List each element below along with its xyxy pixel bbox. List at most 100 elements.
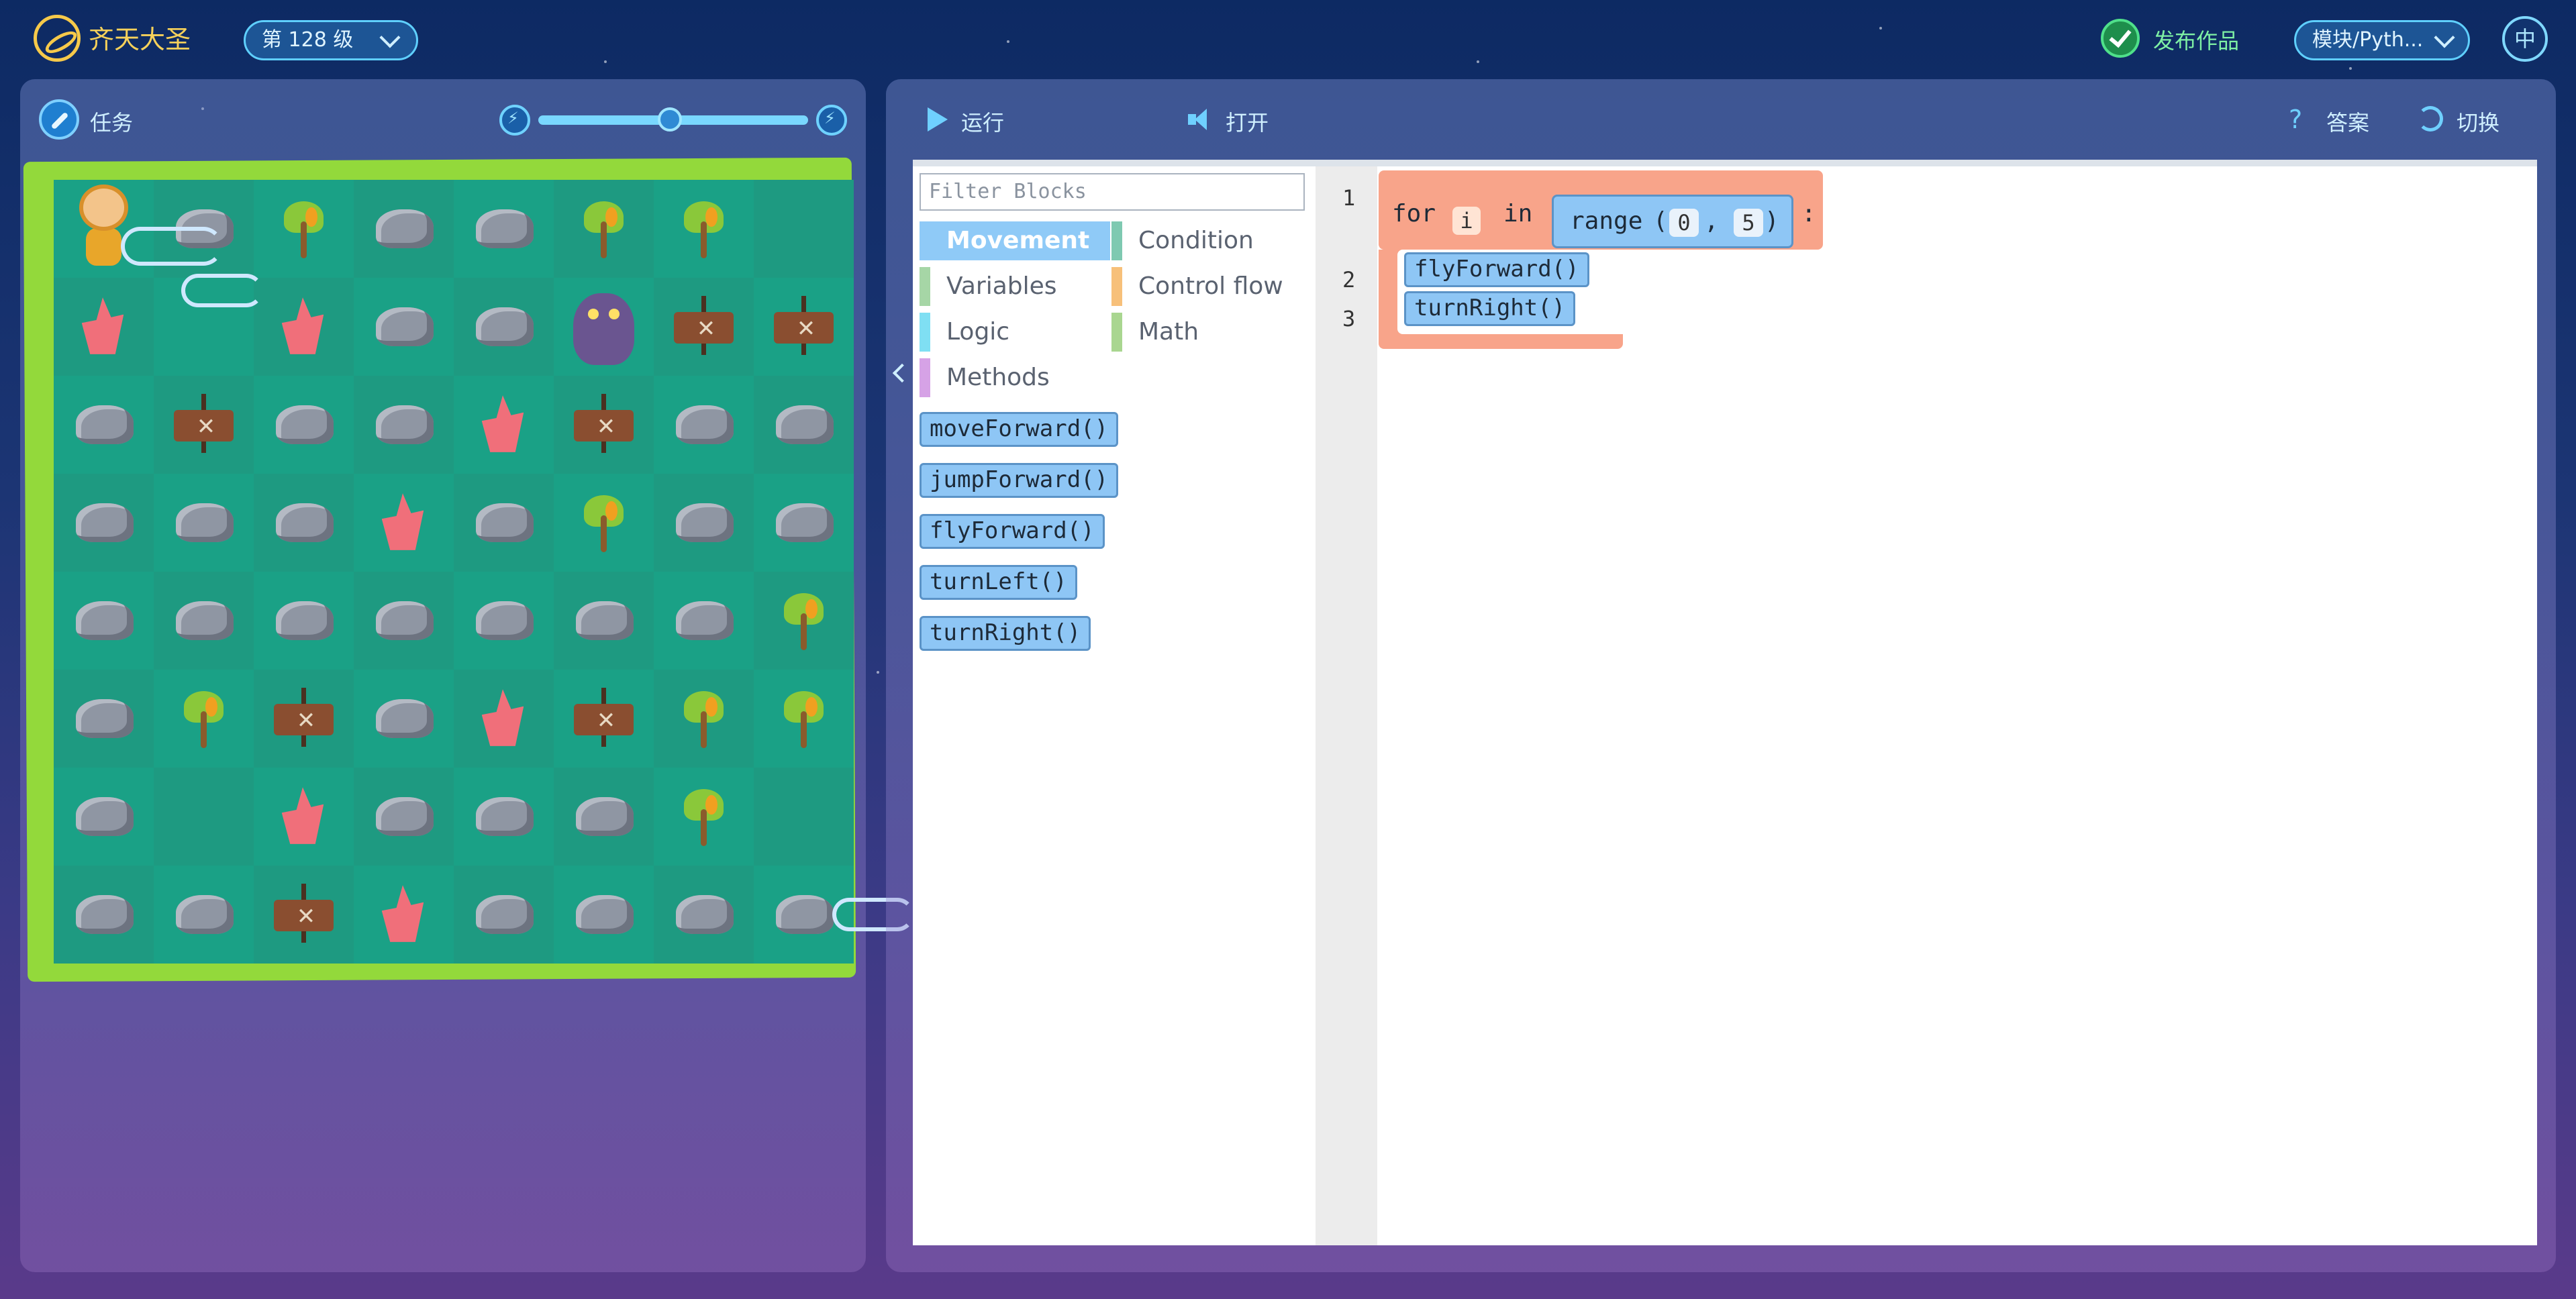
board-cell: [454, 866, 554, 964]
board-cell: [154, 474, 254, 572]
board-cell: [54, 670, 154, 768]
fly-forward-block[interactable]: flyForward(): [1404, 252, 1589, 287]
star-decoration: [877, 671, 879, 674]
game-board: [54, 180, 854, 964]
crystal-icon: [481, 395, 524, 452]
toolbox-block-turnleft[interactable]: turnLeft(): [920, 565, 1077, 600]
wrench-icon[interactable]: [39, 99, 79, 140]
line-number: 1: [1342, 185, 1356, 211]
board-cell: [354, 768, 454, 866]
board-cell: [254, 474, 354, 572]
check-circle-icon[interactable]: [2101, 19, 2140, 58]
rock-icon: [275, 503, 334, 543]
crystal-icon: [381, 493, 424, 550]
rock-icon: [475, 894, 534, 935]
level-selector[interactable]: 第 128 级: [244, 20, 418, 60]
speaker-icon[interactable]: [1188, 109, 1211, 130]
question-icon[interactable]: ?: [2289, 105, 2302, 134]
publish-button[interactable]: 发布作品: [2153, 24, 2239, 55]
category-control-flow[interactable]: Control flow: [1111, 267, 1293, 306]
signpost-icon: [273, 884, 334, 943]
board-cell: [254, 768, 354, 866]
signpost-icon: [773, 296, 834, 355]
slow-speed-icon[interactable]: [499, 105, 530, 136]
rock-icon: [475, 796, 534, 837]
board-cell: [354, 278, 454, 376]
turn-right-block[interactable]: turnRight(): [1404, 291, 1576, 326]
crystal-icon: [281, 787, 324, 844]
palm-tree-icon: [583, 201, 624, 258]
board-cell: [254, 278, 354, 376]
category-label: Logic: [946, 318, 1010, 346]
game-panel: 任务: [20, 79, 914, 1272]
board-cell: [654, 572, 754, 670]
board-cell: [54, 572, 154, 670]
code-workspace[interactable]: for i in range ( 0 , 5 ) : flyForward() …: [1379, 166, 2537, 1245]
switch-button[interactable]: 切换: [2457, 106, 2499, 137]
board-cell: [254, 670, 354, 768]
answer-button[interactable]: 答案: [2326, 106, 2369, 137]
language-button[interactable]: 中: [2502, 16, 2548, 62]
rock-icon: [675, 894, 734, 935]
category-variables[interactable]: Variables: [920, 267, 1101, 306]
rock-icon: [575, 796, 634, 837]
category-movement[interactable]: Movement: [920, 221, 1110, 260]
rock-icon: [775, 894, 834, 935]
board-cell: [254, 572, 354, 670]
task-button[interactable]: 任务: [90, 106, 133, 137]
open-button[interactable]: 打开: [1226, 106, 1269, 137]
category-label: Math: [1138, 318, 1199, 346]
board-cell: [354, 180, 454, 278]
toolbox-block-moveforward[interactable]: moveForward(): [920, 412, 1119, 447]
category-logic[interactable]: Logic: [920, 313, 1101, 352]
rock-icon: [375, 405, 434, 445]
board-cell: [454, 768, 554, 866]
range-start-value[interactable]: 0: [1669, 209, 1699, 237]
board-cell: [754, 376, 854, 474]
rock-icon: [675, 405, 734, 445]
rock-icon: [375, 698, 434, 739]
board-cell: [554, 572, 654, 670]
collapse-chevron-icon[interactable]: [892, 363, 912, 383]
rock-icon: [475, 209, 534, 249]
board-cell: [754, 768, 854, 866]
range-block[interactable]: range ( 0 , 5 ): [1552, 195, 1793, 248]
fast-speed-icon[interactable]: [816, 105, 847, 136]
board-cell: [654, 376, 754, 474]
board-cell: [554, 866, 654, 964]
refresh-icon[interactable]: [2418, 106, 2443, 132]
toolbox-block-jumpforward[interactable]: jumpForward(): [920, 463, 1119, 498]
range-function: range: [1570, 207, 1643, 235]
rock-icon: [75, 698, 134, 739]
signpost-icon: [273, 688, 334, 747]
palm-tree-icon: [683, 789, 724, 846]
board-cell: [454, 572, 554, 670]
range-end-value[interactable]: 5: [1734, 209, 1763, 237]
toolbox-block-flyforward[interactable]: flyForward(): [920, 514, 1105, 549]
board-cell: [154, 376, 254, 474]
board-cell: [754, 278, 854, 376]
play-icon[interactable]: [928, 107, 948, 132]
filter-blocks-input[interactable]: Filter Blocks: [920, 173, 1305, 211]
board-cell: [554, 180, 654, 278]
in-keyword: in: [1503, 200, 1533, 227]
run-button[interactable]: 运行: [961, 106, 1004, 137]
signpost-icon: [573, 394, 634, 453]
palm-tree-icon: [183, 691, 224, 748]
category-methods[interactable]: Methods: [920, 358, 1101, 397]
rock-icon: [675, 503, 734, 543]
board-cell: [454, 670, 554, 768]
speed-slider-thumb[interactable]: [658, 107, 682, 132]
board-cell: [654, 278, 754, 376]
signpost-icon: [573, 688, 634, 747]
board-cell: [54, 376, 154, 474]
category-condition[interactable]: Condition: [1111, 221, 1293, 260]
category-math[interactable]: Math: [1111, 313, 1293, 352]
board-cell: [254, 866, 354, 964]
toolbox-block-turnright[interactable]: turnRight(): [920, 616, 1091, 651]
for-loop-block[interactable]: for i in range ( 0 , 5 ) :: [1379, 170, 1823, 250]
loop-variable[interactable]: i: [1452, 207, 1481, 235]
board-cell: [254, 376, 354, 474]
mode-selector[interactable]: 模块/Pyth...: [2294, 20, 2470, 60]
board-cell: [754, 474, 854, 572]
